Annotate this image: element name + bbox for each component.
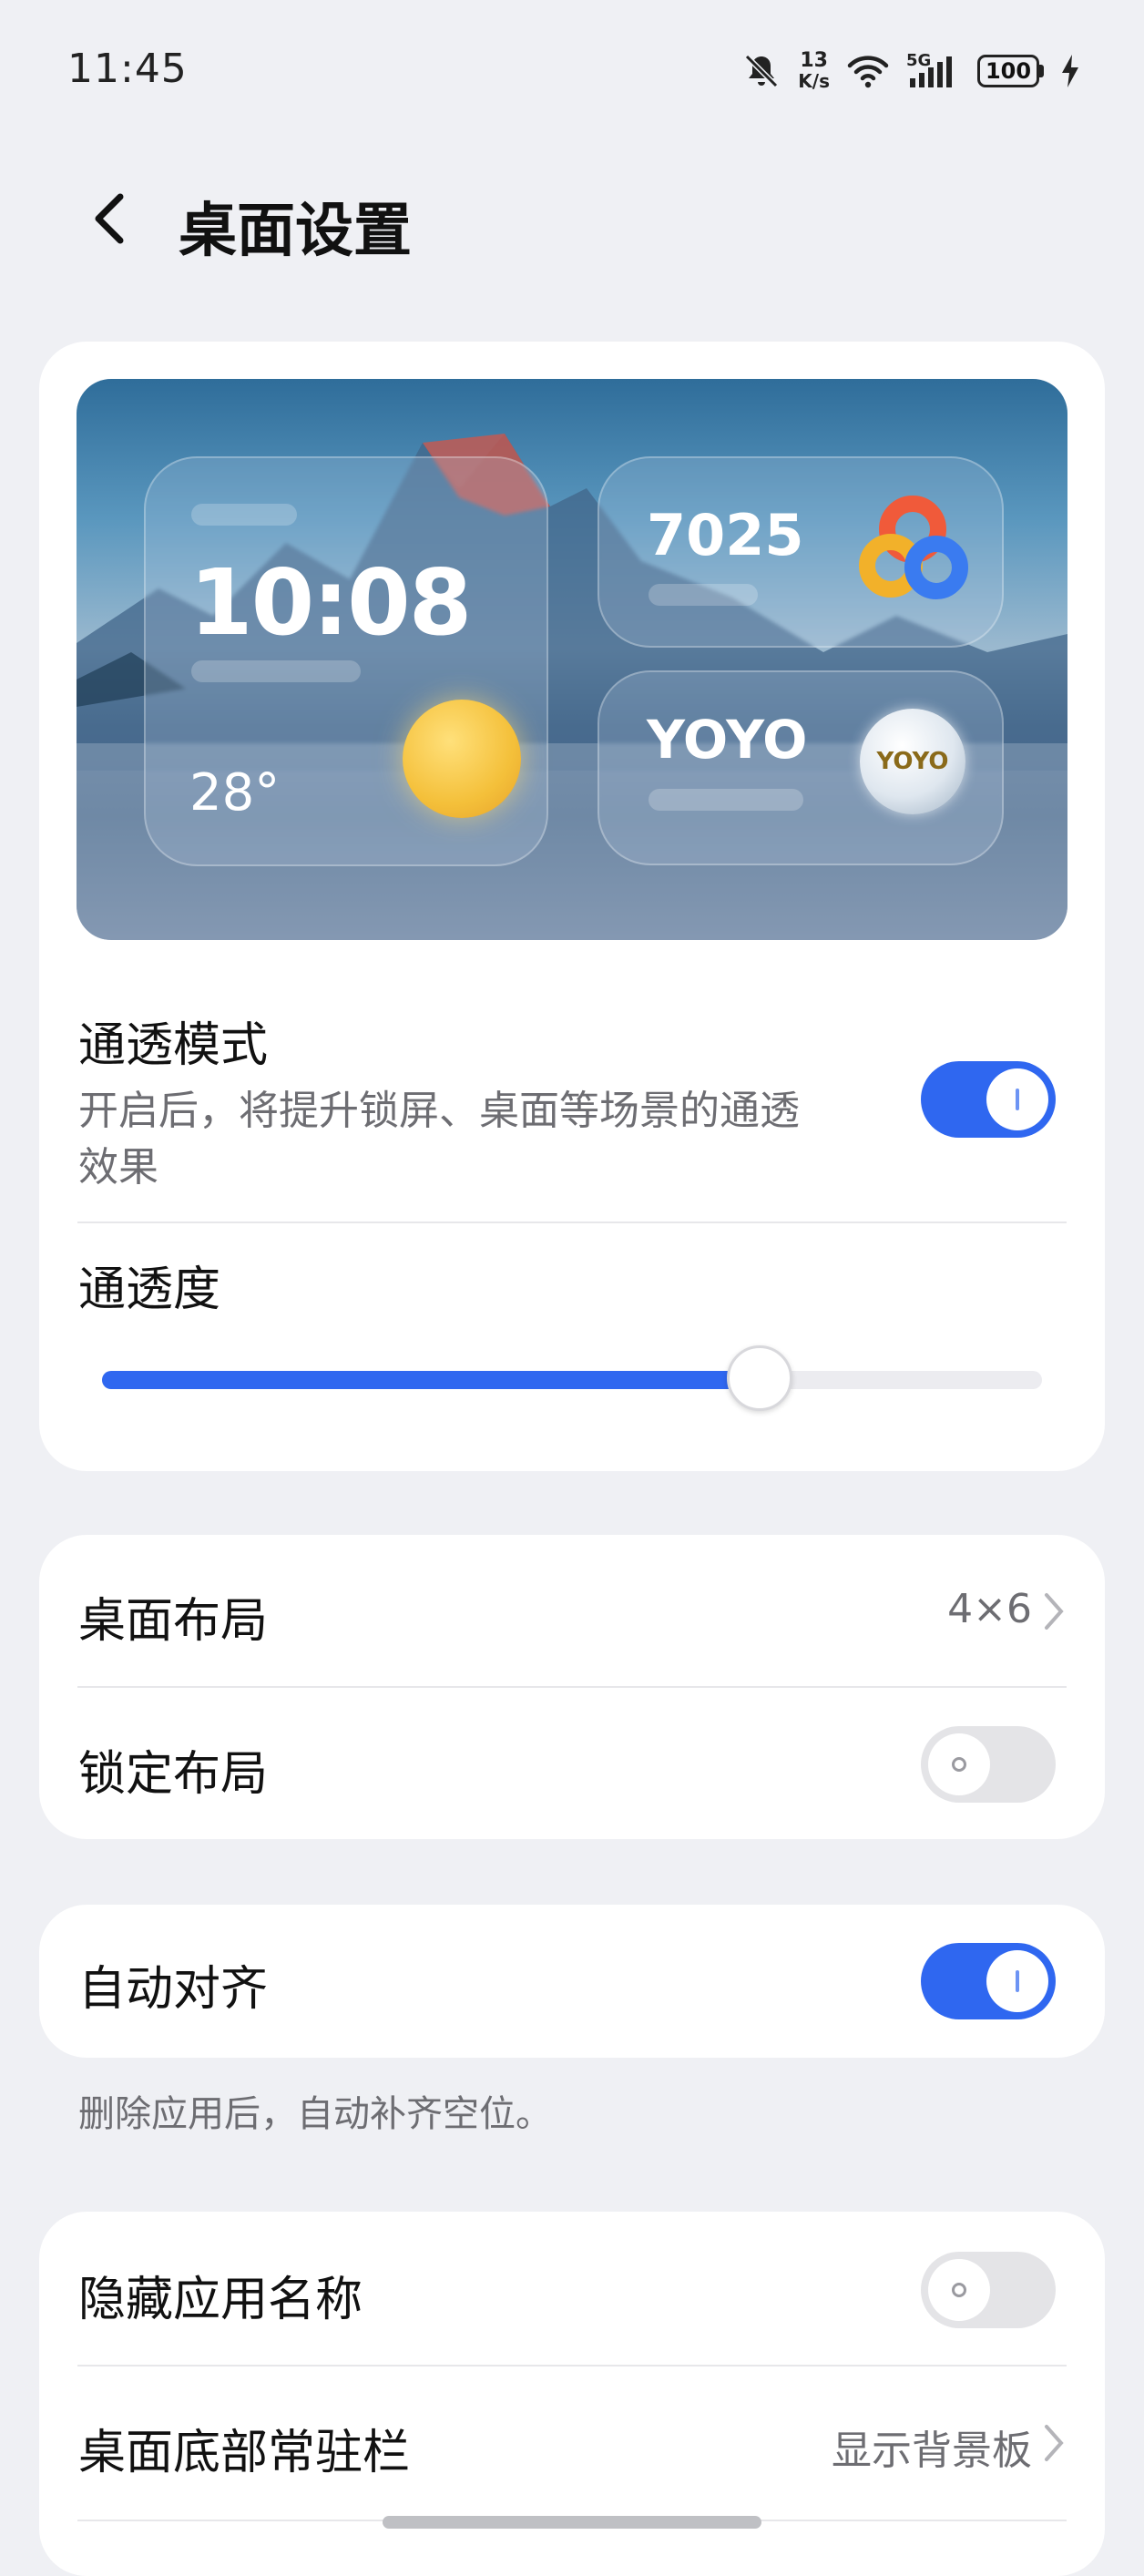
layout-card: 桌面布局 4×6 锁定布局 — [39, 1535, 1105, 1839]
transparency-level-label: 通透度 — [78, 1262, 221, 1317]
yoyo-widget: YOYO YOYO — [598, 670, 1004, 865]
transparency-level-slider[interactable] — [102, 1345, 1042, 1411]
slider-fill — [102, 1371, 761, 1389]
auto-align-label: 自动对齐 — [78, 1962, 269, 2017]
desktop-layout-label: 桌面布局 — [78, 1594, 269, 1649]
transparency-card: 10:08 28° 7025 YOYO YOYO 通透模式 开启后，将提升锁屏、… — [39, 342, 1105, 1471]
widget-temperature: 28° — [189, 763, 281, 823]
back-arrow-icon — [95, 193, 124, 244]
transparency-mode-toggle[interactable] — [921, 1061, 1056, 1138]
net-speed: 13 K/s — [798, 49, 830, 92]
chevron-right-icon — [1045, 2425, 1064, 2461]
desktop-layout-row[interactable]: 桌面布局 4×6 — [39, 1535, 1105, 1686]
status-time: 11:45 — [67, 46, 188, 92]
wifi-icon — [846, 53, 890, 89]
charging-bolt-icon — [1060, 53, 1080, 89]
dock-bar-row[interactable]: 桌面底部常驻栏 显示背景板 — [39, 2366, 1105, 2520]
health-rings-icon — [859, 496, 968, 599]
lock-layout-toggle[interactable] — [921, 1726, 1056, 1803]
desktop-layout-value: 4×6 — [947, 1586, 1032, 1632]
widget-steps: 7025 — [647, 502, 804, 568]
dock-bar-value: 显示背景板 — [832, 2428, 1032, 2474]
widget-clock: 10:08 — [189, 549, 472, 656]
auto-align-card: 自动对齐 — [39, 1905, 1105, 2058]
bell-muted-icon — [741, 51, 781, 91]
battery-indicator: 100 — [977, 55, 1044, 87]
lock-layout-label: 锁定布局 — [78, 1747, 269, 1802]
auto-align-toggle[interactable] — [921, 1943, 1056, 2019]
auto-align-footnote: 删除应用后，自动补齐空位。 — [78, 2093, 552, 2135]
clock-weather-widget: 10:08 28° — [144, 456, 548, 866]
page-title: 桌面设置 — [179, 198, 412, 265]
chevron-right-icon — [1045, 1593, 1064, 1630]
back-button[interactable] — [80, 180, 144, 257]
cellular-signal-icon: 5G — [906, 51, 961, 89]
home-indicator[interactable] — [383, 2516, 761, 2529]
yoyo-assistant-icon: YOYO — [860, 709, 965, 814]
hide-app-names-label: 隐藏应用名称 — [78, 2273, 363, 2327]
slider-thumb[interactable] — [727, 1345, 793, 1411]
page-header: 桌面设置 — [0, 164, 1144, 273]
dock-bar-label: 桌面底部常驻栏 — [78, 2426, 411, 2480]
steps-widget: 7025 — [598, 456, 1004, 648]
transparency-mode-label: 通透模式 — [78, 1018, 269, 1073]
transparency-mode-description: 开启后，将提升锁屏、桌面等场景的通透 效果 — [78, 1088, 800, 1191]
widget-preview-image: 10:08 28° 7025 YOYO YOYO — [77, 379, 1067, 940]
hide-app-names-toggle[interactable] — [921, 2252, 1056, 2328]
widget-yoyo-label: YOYO — [647, 709, 808, 771]
status-bar: 11:45 13 K/s 5G 100 — [0, 0, 1144, 128]
status-icons: 13 K/s 5G 100 — [741, 44, 1080, 98]
sun-icon — [403, 700, 521, 818]
